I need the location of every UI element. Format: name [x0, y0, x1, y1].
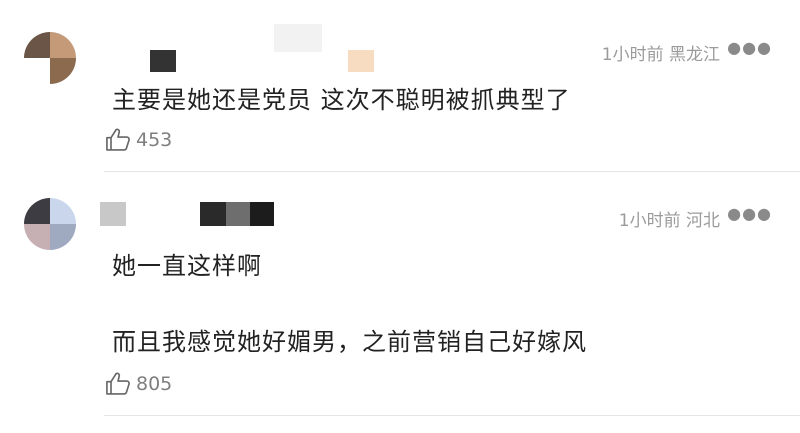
thumb-up-icon	[106, 128, 130, 151]
more-dots-icon[interactable]: ●●●	[727, 204, 772, 223]
avatar[interactable]	[24, 198, 76, 250]
avatar[interactable]	[24, 32, 76, 84]
thumb-up-icon	[106, 372, 130, 395]
comment-text-line-2: 而且我感觉她好媚男，之前营销自己好嫁风	[112, 328, 587, 356]
like-button[interactable]: 453	[104, 126, 172, 154]
comment-item: 1小时前 河北 ●●● 她一直这样啊 而且我感觉她好媚男，之前营销自己好嫁风 8…	[0, 172, 800, 417]
comment-text-line-1: 她一直这样啊	[112, 252, 262, 280]
like-count: 453	[136, 129, 173, 151]
username-mosaic[interactable]	[150, 24, 380, 72]
comment-meta: 1小时前 河北	[618, 211, 720, 231]
comment-text: 主要是她还是党员 这次不聪明被抓典型了	[112, 86, 571, 114]
like-button[interactable]: 805	[104, 370, 172, 398]
username-mosaic[interactable]	[100, 202, 280, 226]
divider	[104, 415, 800, 416]
more-dots-icon[interactable]: ●●●	[727, 38, 772, 57]
like-count: 805	[136, 373, 173, 395]
comment-item: 1小时前 黑龙江 ●●● 主要是她还是党员 这次不聪明被抓典型了 453	[0, 0, 800, 172]
comment-meta: 1小时前 黑龙江	[601, 45, 720, 65]
